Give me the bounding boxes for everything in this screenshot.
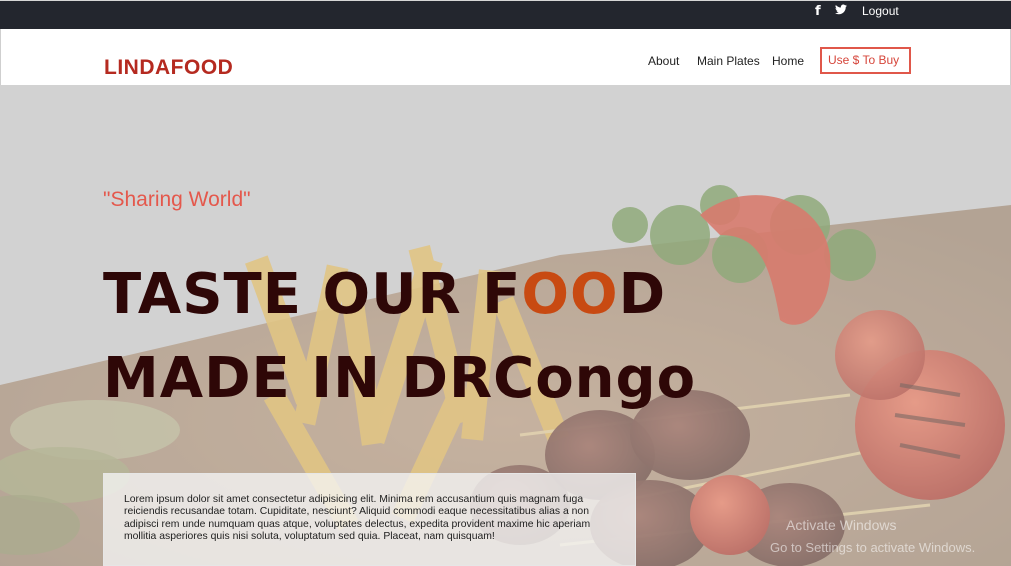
facebook-icon[interactable]: f xyxy=(815,4,821,20)
logout-link[interactable]: Logout xyxy=(862,3,899,19)
nav-link-main-plates[interactable]: Main Plates xyxy=(697,53,760,69)
top-bar: f Logout xyxy=(0,0,1011,29)
hero-description-text: Lorem ipsum dolor sit amet consectetur a… xyxy=(124,494,591,543)
brand-logo[interactable]: LINDAFOOD xyxy=(104,55,233,81)
headline-text-part: TASTE OUR F xyxy=(103,262,522,327)
hero-section: "Sharing World" TASTE OUR FOOD MADE IN D… xyxy=(0,85,1011,566)
activate-windows-title: Activate Windows xyxy=(786,517,897,533)
nav-link-home[interactable]: Home xyxy=(772,53,804,69)
navbar: LINDAFOOD About Main Plates Home Use $ T… xyxy=(0,29,1011,85)
use-dollar-to-buy-button[interactable]: Use $ To Buy xyxy=(820,47,911,74)
hero-headline-line-1: TASTE OUR FOOD xyxy=(103,263,666,327)
hero-tagline: "Sharing World" xyxy=(103,188,251,211)
twitter-icon[interactable] xyxy=(835,4,847,20)
nav-link-about[interactable]: About xyxy=(648,53,679,69)
headline-highlight: OO xyxy=(521,262,619,327)
headline-text-part: D xyxy=(618,262,667,327)
hero-headline-line-2: MADE IN DRCongo xyxy=(103,346,697,411)
activate-windows-subtitle: Go to Settings to activate Windows. xyxy=(770,540,976,555)
hero-description-box: Lorem ipsum dolor sit amet consectetur a… xyxy=(103,473,636,566)
